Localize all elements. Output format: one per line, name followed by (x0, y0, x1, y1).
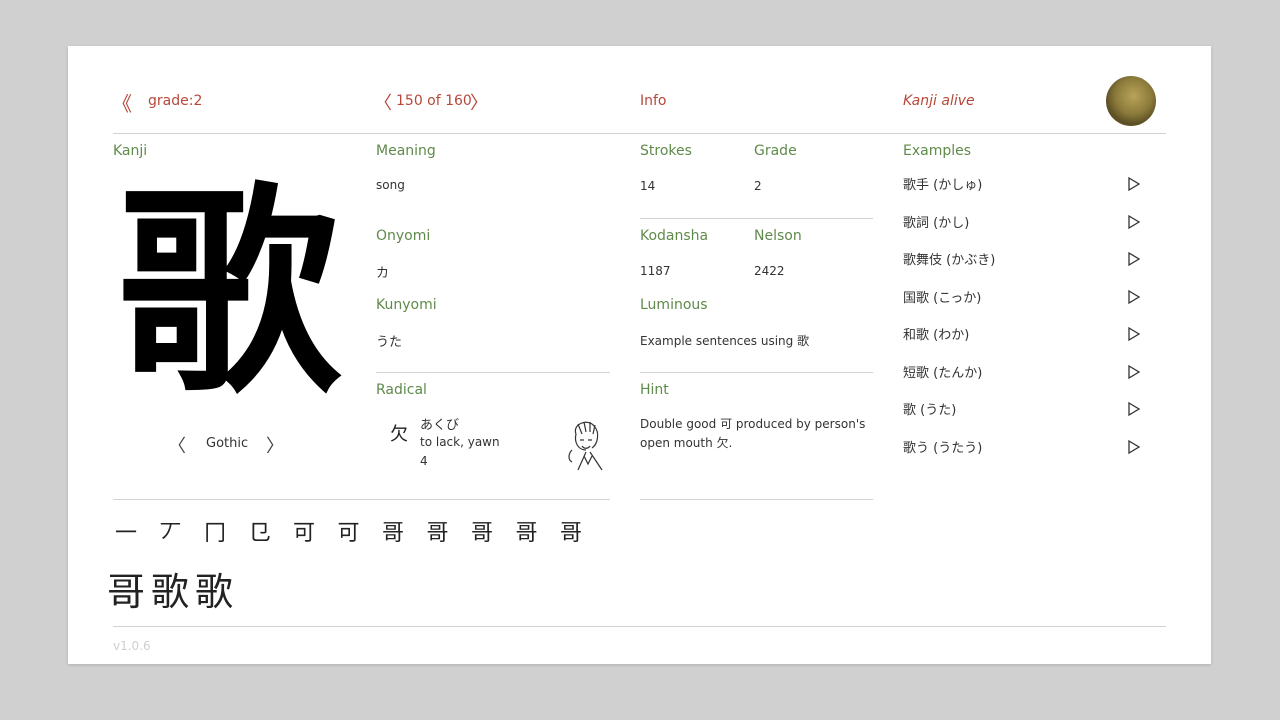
position-label: 150 of 160 (396, 93, 472, 109)
avatar[interactable] (1106, 76, 1156, 126)
radical-label: Radical (376, 382, 427, 398)
next-kanji-icon[interactable]: 〉 (470, 89, 488, 115)
kanji-section-label: Kanji (113, 143, 148, 159)
stroke-step: 一 (114, 521, 137, 546)
radical-illustration (568, 421, 603, 471)
example-item: 和歌 (わか) (903, 328, 970, 343)
info-divider-3 (640, 499, 873, 500)
hint-label: Hint (640, 382, 669, 398)
app-name[interactable]: Kanji alive (903, 93, 975, 109)
info-divider-1 (640, 218, 873, 219)
main-card: 《 grade:2 〈 150 of 160 〉 Info Kanji aliv… (68, 46, 1211, 664)
radical-strokes: 4 (420, 454, 428, 468)
radical-character: 欠 (390, 424, 408, 445)
kodansha-value: 1187 (640, 264, 671, 278)
strokes-label: Strokes (640, 143, 692, 159)
stroke-step: 哥 (106, 570, 145, 614)
nelson-value: 2422 (754, 264, 785, 278)
kunyomi-value: うた (376, 335, 403, 350)
play-icon[interactable] (1126, 326, 1142, 342)
example-item: 歌う (うたう) (903, 440, 983, 456)
luminous-label: Luminous (640, 297, 708, 313)
example-item: 国歌 (こっか) (903, 290, 982, 306)
grade-info-label: Grade (754, 143, 797, 159)
stroke-step: 哥 (515, 521, 538, 546)
play-icon[interactable] (1126, 214, 1142, 230)
example-item: 短歌 (たんか) (903, 365, 983, 381)
stroke-step: 歌 (150, 570, 189, 614)
info-divider-2 (640, 372, 873, 373)
stroke-step: 丆 (159, 521, 182, 546)
left-bottom-divider (113, 499, 610, 500)
stroke-step: 可 (292, 521, 315, 546)
info-label[interactable]: Info (640, 93, 667, 109)
play-icon[interactable] (1126, 289, 1142, 305)
example-item: 歌 (うた) (903, 403, 957, 418)
prev-font-icon[interactable]: 〈 (168, 432, 186, 458)
luminous-link[interactable]: Example sentences using 歌 (640, 332, 809, 349)
hint-text: Double good 可 produced by person's open … (640, 417, 866, 450)
stroke-step: 哥 (470, 521, 493, 546)
back-icon[interactable]: 《 (112, 88, 132, 117)
radical-reading: あくび (420, 418, 460, 433)
header-divider (113, 133, 1166, 134)
grade-label[interactable]: grade:2 (148, 93, 202, 109)
radical-divider (376, 372, 610, 373)
stroke-step: 哥 (426, 521, 449, 546)
play-icon[interactable] (1126, 401, 1142, 417)
stroke-step: 哥 (381, 521, 404, 546)
footer-divider (113, 626, 1166, 627)
meaning-label: Meaning (376, 143, 436, 159)
kodansha-label: Kodansha (640, 228, 709, 244)
nelson-label: Nelson (754, 228, 802, 244)
strokes-value: 14 (640, 179, 656, 193)
next-font-icon[interactable]: 〉 (266, 432, 284, 458)
onyomi-value: カ (376, 266, 390, 281)
prev-kanji-icon[interactable]: 〈 (374, 89, 392, 115)
examples-label: Examples (903, 143, 972, 159)
grade-info-value: 2 (754, 179, 762, 193)
radical-meaning: to lack, yawn (420, 435, 500, 449)
stroke-step: 冂 (203, 521, 226, 546)
version-label: v1.0.6 (113, 639, 151, 653)
stroke-step: 歌 (194, 570, 233, 614)
kunyomi-label: Kunyomi (376, 297, 437, 313)
onyomi-label: Onyomi (376, 228, 431, 244)
stroke-step: 可 (337, 521, 360, 546)
meaning-value: song (376, 178, 405, 192)
kanji-character: 歌 (118, 165, 340, 423)
stroke-step: 㔾 (248, 521, 271, 546)
example-item: 歌詞 (かし) (903, 215, 970, 231)
stroke-step: 哥 (559, 521, 582, 546)
play-icon[interactable] (1126, 251, 1142, 267)
play-icon[interactable] (1126, 439, 1142, 455)
example-item: 歌舞伎 (かぶき) (903, 253, 996, 268)
example-item: 歌手 (かしゅ) (903, 178, 983, 193)
play-icon[interactable] (1126, 364, 1142, 380)
play-icon[interactable] (1126, 176, 1142, 192)
font-label: Gothic (206, 436, 249, 451)
